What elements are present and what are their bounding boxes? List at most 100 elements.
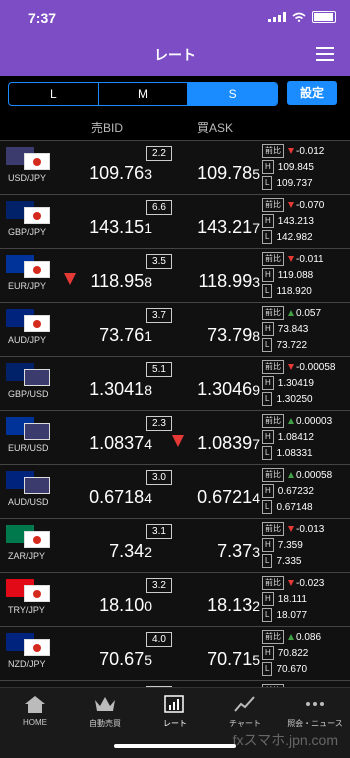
- ask-price[interactable]: 0.67214: [197, 487, 260, 508]
- change-tag: 前比: [262, 360, 284, 374]
- spread-value: 3.5: [146, 254, 172, 269]
- change-tag: 前比: [262, 198, 284, 212]
- rate-info: 前比 -0.070 H 143.213 L 142.982: [262, 197, 350, 245]
- tab-home[interactable]: HOME: [0, 694, 70, 727]
- low-tag: L: [262, 608, 273, 622]
- down-triangle-icon: [288, 202, 294, 208]
- pair-label: EUR/USD: [8, 443, 49, 453]
- low-tag: L: [262, 392, 273, 406]
- low-tag: L: [262, 500, 273, 514]
- high-value: 0.67232: [277, 485, 314, 497]
- ask-price[interactable]: 7.373: [217, 541, 260, 562]
- change-tag: 前比: [262, 252, 284, 266]
- hamburger-icon[interactable]: [316, 47, 334, 61]
- high-tag: H: [262, 214, 274, 228]
- bid-price[interactable]: 7.342: [109, 541, 152, 562]
- pair-label: AUD/USD: [8, 497, 49, 507]
- bid-price[interactable]: 0.67184: [89, 487, 152, 508]
- ask-price[interactable]: 70.715: [207, 649, 260, 670]
- rate-info: 前比 -0.023 H 18.111 L 18.077: [262, 575, 350, 623]
- high-value: 109.845: [277, 161, 314, 173]
- change-tag: 前比: [262, 414, 284, 428]
- rate-info: 前比 0.00058 H 0.67232 L 0.67148: [262, 467, 350, 515]
- low-value: 0.67148: [276, 501, 313, 513]
- change-tag: 前比: [262, 576, 284, 590]
- low-tag: L: [262, 176, 273, 190]
- ask-price[interactable]: 109.785: [197, 163, 260, 184]
- tab-auto-trade[interactable]: 自動売買: [70, 694, 140, 729]
- rate-info: 前比 0.00003 H 1.08412 L 1.08331: [262, 413, 350, 461]
- pair-label: TRY/JPY: [8, 605, 45, 615]
- high-tag: H: [262, 538, 274, 552]
- high-tag: H: [262, 430, 274, 444]
- bid-price[interactable]: 73.761: [99, 325, 152, 346]
- low-tag: L: [262, 554, 273, 568]
- bid-price[interactable]: 70.675: [99, 649, 152, 670]
- low-value: 1.08331: [276, 447, 313, 459]
- rate-row[interactable]: USD/JPY 2.2 109.763 109.785 前比 -0.012 H 10…: [0, 140, 350, 194]
- ask-price[interactable]: 73.798: [207, 325, 260, 346]
- rate-row[interactable]: EUR/USD 2.3 1.08374 1.08397 前比 0.00003 H1…: [0, 410, 350, 464]
- high-value: 1.30419: [277, 377, 314, 389]
- change-tag: 前比: [262, 630, 284, 644]
- down-triangle-icon: [288, 148, 294, 154]
- ask-price[interactable]: 118.993: [198, 271, 260, 292]
- bid-price[interactable]: 143.151: [89, 217, 152, 238]
- high-value: 7.359: [277, 539, 303, 551]
- tab-chart[interactable]: チャート: [210, 694, 280, 729]
- spread-value: 3.0: [146, 470, 172, 485]
- rate-row[interactable]: AUD/JPY 3.7 73.761 73.798 前比 0.057 H 73.84…: [0, 302, 350, 356]
- up-triangle-icon: [288, 472, 294, 478]
- ask-price[interactable]: 1.08397: [197, 433, 260, 454]
- down-triangle-icon: [288, 364, 294, 370]
- currency-flag-icon: [6, 633, 50, 657]
- spread-value: 3.7: [146, 308, 172, 323]
- ask-price[interactable]: 1.30469: [197, 379, 260, 400]
- segment-l[interactable]: L: [9, 83, 99, 105]
- rate-row[interactable]: TRY/JPY 3.2 18.100 18.132 前比 -0.023 H 18.1…: [0, 572, 350, 626]
- settings-button[interactable]: 設定: [287, 81, 337, 105]
- high-tag: H: [262, 376, 274, 390]
- currency-flag-icon: [6, 255, 50, 279]
- rate-row[interactable]: AUD/USD 3.0 0.67184 0.67214 前比 0.00058 H0…: [0, 464, 350, 518]
- more-icon: [303, 694, 327, 714]
- change-tag: 前比: [262, 522, 284, 536]
- rate-row[interactable]: NZD/JPY 4.0 70.675 70.715 前比 0.086 H 70.82…: [0, 626, 350, 680]
- bid-price[interactable]: 1.30418: [89, 379, 152, 400]
- segment-m[interactable]: M: [99, 83, 189, 105]
- rate-row[interactable]: 3.0 前比0.00078 H L: [0, 680, 350, 687]
- status-bar: 7:37: [0, 0, 350, 30]
- bid-column-header: 売BID: [91, 121, 124, 135]
- high-tag: H: [262, 646, 274, 660]
- down-arrow-icon: [64, 273, 76, 285]
- rate-row[interactable]: GBP/USD 5.1 1.30418 1.30469 前比 -0.00058 H…: [0, 356, 350, 410]
- rate-row[interactable]: EUR/JPY 3.5 118.958 118.993 前比 -0.011 H 11…: [0, 248, 350, 302]
- tab-news[interactable]: 照会・ニュース: [280, 694, 350, 729]
- change-value: 0.00058: [296, 469, 333, 481]
- pair-label: GBP/USD: [8, 389, 49, 399]
- currency-flag-icon: [6, 471, 50, 495]
- bid-price[interactable]: 18.100: [99, 595, 152, 616]
- ask-price[interactable]: 143.217: [197, 217, 260, 238]
- segment-s[interactable]: S: [188, 83, 277, 105]
- currency-flag-icon: [6, 579, 50, 603]
- ask-price[interactable]: 18.132: [207, 595, 260, 616]
- line-chart-icon: [233, 694, 257, 714]
- high-value: 119.088: [277, 269, 314, 281]
- change-value: -0.013: [296, 523, 325, 535]
- bid-price[interactable]: 118.958: [90, 271, 152, 292]
- change-tag: 前比: [262, 306, 284, 320]
- rate-row[interactable]: GBP/JPY 6.6 143.151 143.217 前比 -0.070 H 14…: [0, 194, 350, 248]
- spread-value: 3.1: [146, 524, 172, 539]
- down-triangle-icon: [288, 580, 294, 586]
- bid-price[interactable]: 1.08374: [89, 433, 152, 454]
- rate-row[interactable]: ZAR/JPY 3.1 7.342 7.373 前比 -0.013 H 7.359 …: [0, 518, 350, 572]
- tab-rate[interactable]: レート: [140, 694, 210, 729]
- home-icon: [23, 694, 47, 714]
- up-triangle-icon: [288, 634, 294, 640]
- change-value: -0.023: [296, 577, 325, 589]
- low-value: 1.30250: [276, 393, 313, 405]
- low-value: 7.335: [276, 555, 302, 567]
- bid-price[interactable]: 109.763: [89, 163, 152, 184]
- currency-flag-icon: [6, 525, 50, 549]
